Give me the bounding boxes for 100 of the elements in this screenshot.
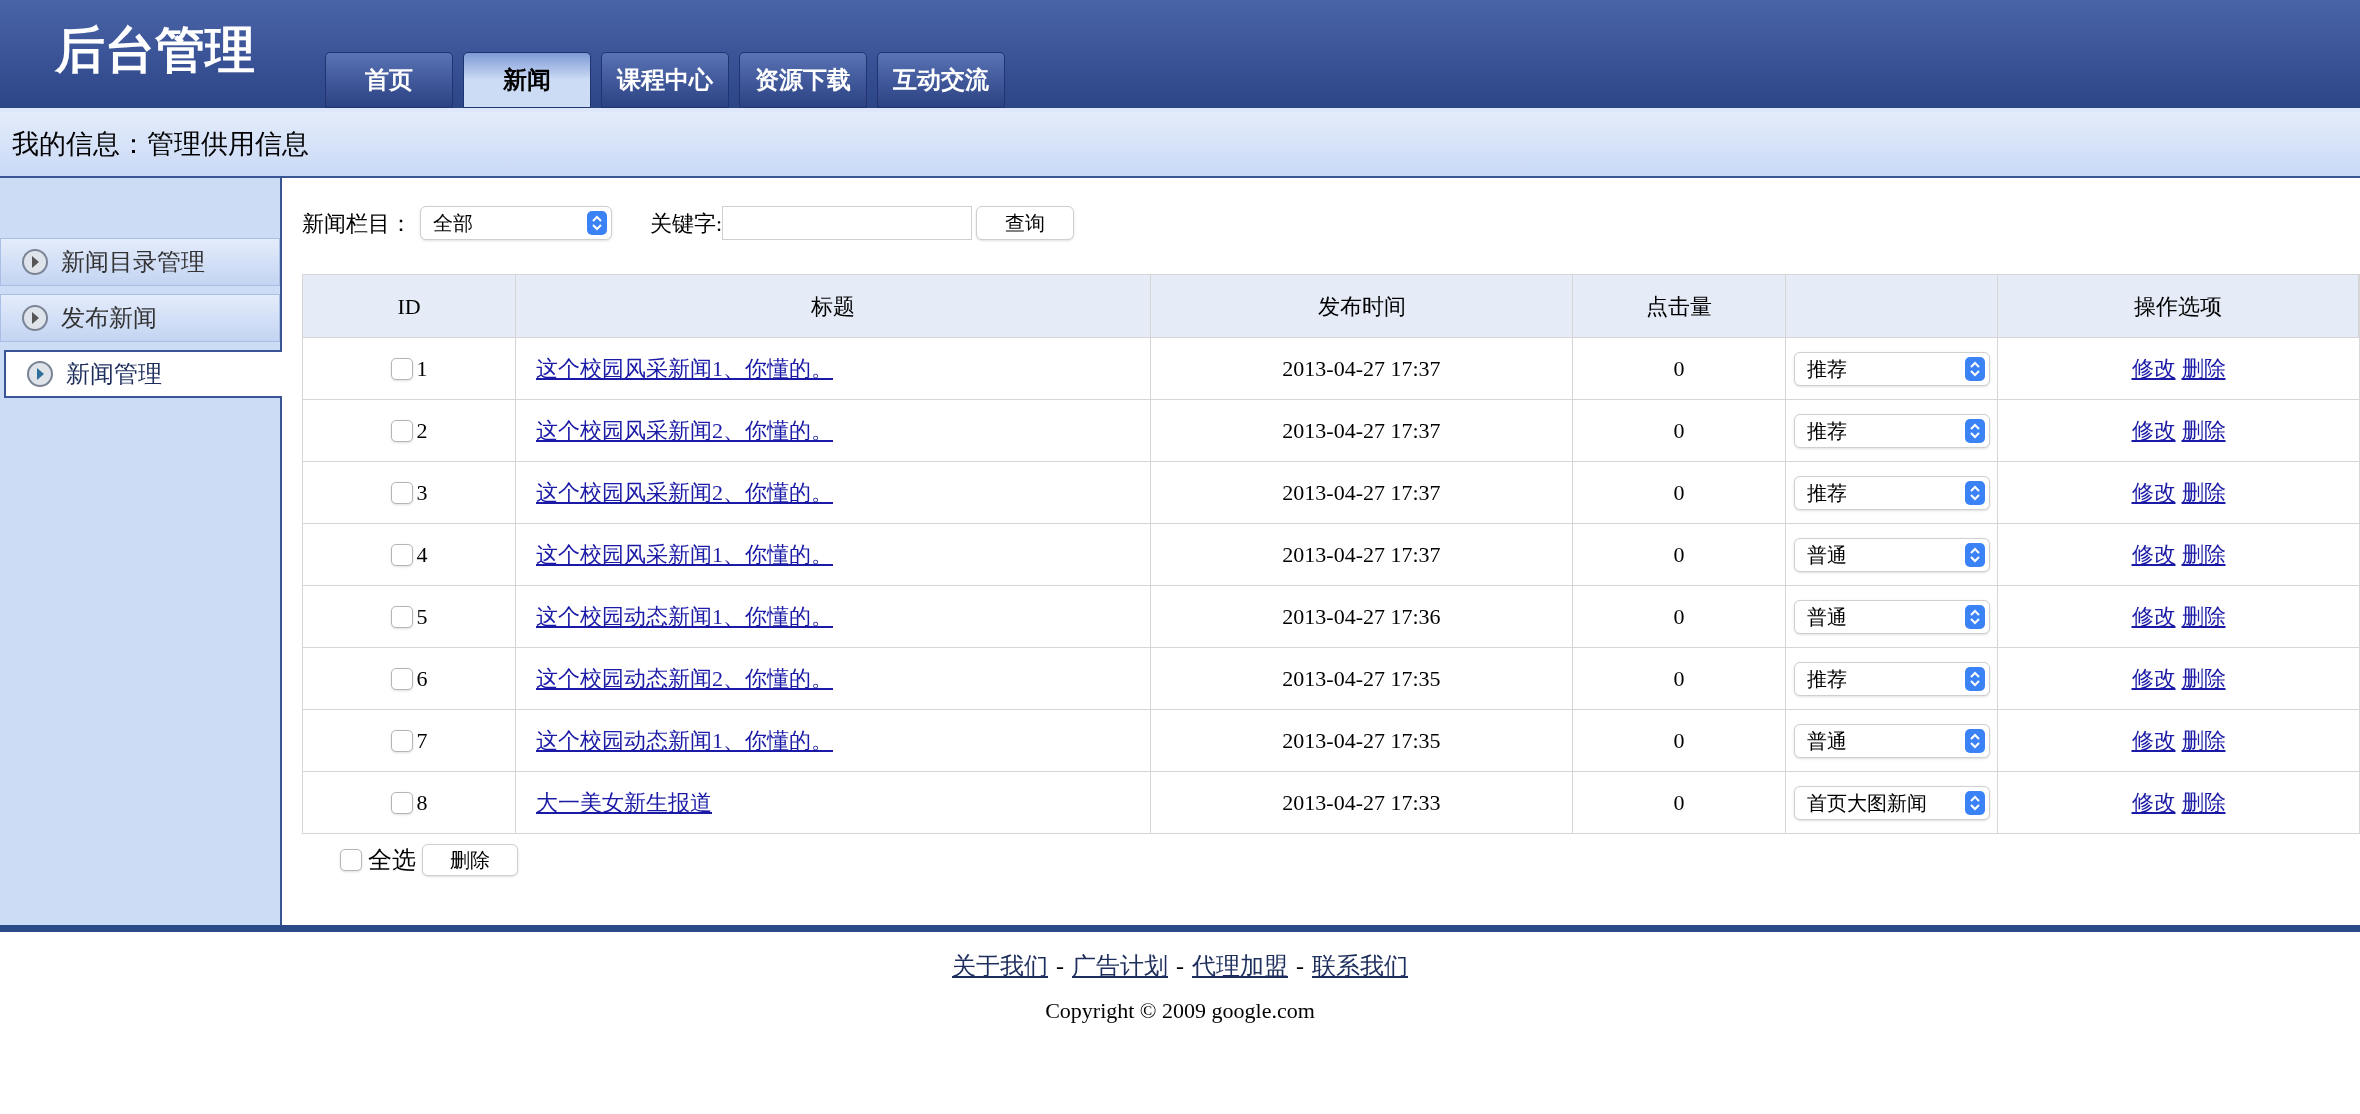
action-link[interactable]: 删除 bbox=[2181, 538, 2226, 571]
checkbox[interactable] bbox=[390, 791, 413, 814]
checkbox[interactable] bbox=[390, 543, 413, 566]
publish-time-cell-text: 2013-04-27 17:37 bbox=[1282, 479, 1441, 507]
stepper-icon bbox=[1964, 666, 1985, 691]
checkbox[interactable] bbox=[390, 729, 413, 752]
arrow-circle-icon bbox=[21, 248, 49, 276]
type-select[interactable]: 推荐 bbox=[1793, 475, 1990, 510]
action-link[interactable]: 修改 bbox=[2131, 476, 2176, 509]
action-link[interactable]: 修改 bbox=[2131, 724, 2176, 757]
action-link[interactable]: 修改 bbox=[2131, 662, 2176, 695]
type-select[interactable]: 推荐 bbox=[1793, 413, 1990, 448]
clicks-cell-text: 0 bbox=[1673, 789, 1685, 817]
site-title: 后台管理 bbox=[53, 20, 256, 80]
category-label: 新闻栏目： bbox=[302, 209, 412, 238]
action-link[interactable]: 修改 bbox=[2131, 414, 2176, 447]
action-link[interactable]: 删除 bbox=[2181, 414, 2226, 447]
stepper-icon bbox=[1964, 728, 1985, 753]
nav-tab[interactable]: 首页 bbox=[325, 52, 453, 108]
id-cell-text: 3 bbox=[416, 479, 428, 507]
arrow-circle-icon bbox=[21, 304, 49, 332]
action-link[interactable]: 删除 bbox=[2181, 786, 2226, 819]
search-button[interactable]: 查询 bbox=[976, 206, 1075, 240]
info-bar-text: 我的信息：管理供用信息 bbox=[12, 127, 309, 161]
publish-time-cell-text: 2013-04-27 17:36 bbox=[1282, 603, 1441, 631]
publish-time-cell-text: 2013-04-27 17:35 bbox=[1282, 727, 1441, 755]
stepper-icon bbox=[1964, 790, 1985, 815]
clicks-cell-text: 0 bbox=[1673, 355, 1685, 383]
clicks-cell-text: 0 bbox=[1673, 541, 1685, 569]
stepper-icon bbox=[1964, 542, 1985, 567]
news-title-link[interactable]: 这个校园动态新闻2、你懂的。 bbox=[536, 662, 833, 695]
nav-tab[interactable]: 互动交流 bbox=[877, 52, 1005, 108]
action-link[interactable]: 删除 bbox=[2181, 600, 2226, 633]
select-all-label: 全选 bbox=[368, 846, 416, 875]
link-separator: - bbox=[1296, 952, 1304, 981]
stepper-icon bbox=[1964, 480, 1985, 505]
news-title-link[interactable]: 这个校园风采新闻1、你懂的。 bbox=[536, 352, 833, 385]
action-link[interactable]: 删除 bbox=[2181, 476, 2226, 509]
type-select[interactable]: 普通 bbox=[1793, 599, 1990, 634]
id-cell-text: 5 bbox=[416, 603, 428, 631]
column-header: ID bbox=[397, 292, 421, 321]
category-select[interactable]: 全部 bbox=[420, 206, 612, 240]
stepper-icon bbox=[1964, 356, 1985, 381]
checkbox[interactable] bbox=[390, 419, 413, 442]
column-header: 标题 bbox=[811, 292, 855, 321]
news-title-link[interactable]: 这个校园风采新闻2、你懂的。 bbox=[536, 414, 833, 447]
type-select[interactable]: 普通 bbox=[1793, 723, 1990, 758]
sidebar-item[interactable]: 新闻管理 bbox=[4, 350, 282, 398]
delete-button[interactable]: 删除 bbox=[422, 844, 518, 876]
action-link[interactable]: 修改 bbox=[2131, 538, 2176, 571]
footer-link[interactable]: 广告计划 bbox=[1072, 948, 1168, 984]
news-title-link[interactable]: 这个校园动态新闻1、你懂的。 bbox=[536, 724, 833, 757]
link-separator: - bbox=[1176, 952, 1184, 981]
id-cell-text: 2 bbox=[416, 417, 428, 445]
type-select[interactable]: 普通 bbox=[1793, 537, 1990, 572]
clicks-cell-text: 0 bbox=[1673, 417, 1685, 445]
checkbox[interactable] bbox=[390, 357, 413, 380]
type-select[interactable]: 推荐 bbox=[1793, 661, 1990, 696]
id-cell-text: 4 bbox=[416, 541, 428, 569]
type-select[interactable]: 首页大图新闻 bbox=[1793, 785, 1990, 820]
action-link[interactable]: 修改 bbox=[2131, 786, 2176, 819]
nav-tab[interactable]: 资源下载 bbox=[739, 52, 867, 108]
checkbox[interactable] bbox=[390, 481, 413, 504]
clicks-cell-text: 0 bbox=[1673, 603, 1685, 631]
footer-link[interactable]: 联系我们 bbox=[1312, 948, 1408, 984]
nav-tab[interactable]: 新闻 bbox=[463, 52, 591, 108]
news-title-link[interactable]: 这个校园风采新闻2、你懂的。 bbox=[536, 476, 833, 509]
column-header: 操作选项 bbox=[2134, 292, 2222, 321]
arrow-circle-icon bbox=[26, 360, 54, 388]
footer-link[interactable]: 关于我们 bbox=[952, 948, 1048, 984]
link-separator: - bbox=[1056, 952, 1064, 981]
stepper-icon bbox=[587, 211, 607, 235]
publish-time-cell-text: 2013-04-27 17:37 bbox=[1282, 417, 1441, 445]
id-cell-text: 8 bbox=[416, 789, 428, 817]
keyword-input[interactable] bbox=[722, 206, 973, 240]
action-link[interactable]: 删除 bbox=[2181, 724, 2226, 757]
publish-time-cell-text: 2013-04-27 17:37 bbox=[1282, 541, 1441, 569]
action-link[interactable]: 修改 bbox=[2131, 352, 2176, 385]
footer-link[interactable]: 代理加盟 bbox=[1192, 948, 1288, 984]
nav-tab[interactable]: 课程中心 bbox=[601, 52, 729, 108]
publish-time-cell-text: 2013-04-27 17:33 bbox=[1282, 789, 1441, 817]
action-link[interactable]: 删除 bbox=[2181, 662, 2226, 695]
sidebar-item[interactable]: 新闻目录管理 bbox=[0, 238, 280, 286]
column-header: 点击量 bbox=[1646, 292, 1712, 321]
type-select[interactable]: 推荐 bbox=[1793, 351, 1990, 386]
publish-time-cell-text: 2013-04-27 17:35 bbox=[1282, 665, 1441, 693]
column-header: 发布时间 bbox=[1317, 292, 1406, 321]
checkbox[interactable] bbox=[340, 849, 362, 871]
news-title-link[interactable]: 这个校园动态新闻1、你懂的。 bbox=[536, 600, 833, 633]
id-cell-text: 6 bbox=[416, 665, 428, 693]
checkbox[interactable] bbox=[390, 605, 413, 628]
news-title-link[interactable]: 这个校园风采新闻1、你懂的。 bbox=[536, 538, 833, 571]
sidebar-item[interactable]: 发布新闻 bbox=[0, 294, 280, 342]
action-link[interactable]: 修改 bbox=[2131, 600, 2176, 633]
copyright-text: Copyright © 2009 google.com bbox=[1045, 997, 1315, 1025]
action-link[interactable]: 删除 bbox=[2181, 352, 2226, 385]
clicks-cell-text: 0 bbox=[1673, 479, 1685, 507]
news-title-link[interactable]: 大一美女新生报道 bbox=[536, 786, 712, 819]
checkbox[interactable] bbox=[390, 667, 413, 690]
id-cell-text: 7 bbox=[416, 727, 428, 755]
